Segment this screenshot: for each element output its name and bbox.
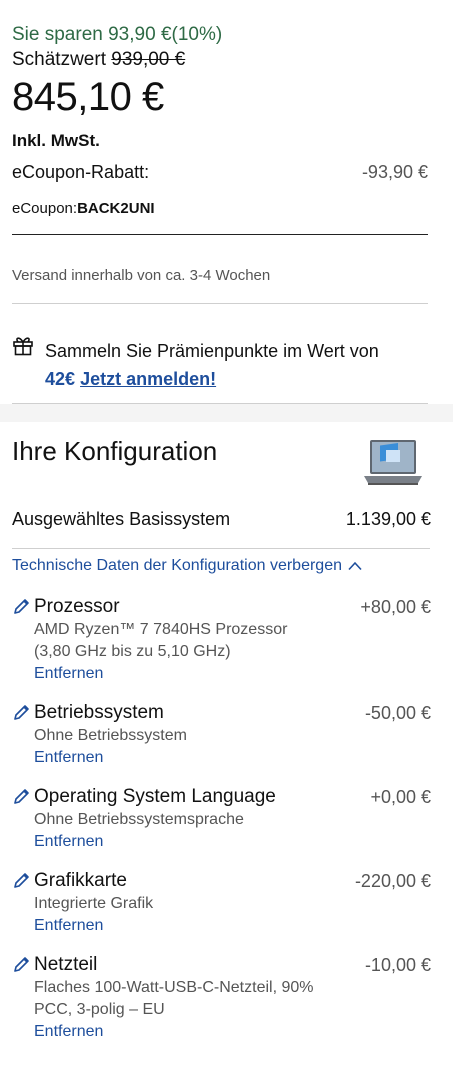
- config-item-name: Betriebssystem: [34, 702, 164, 723]
- pencil-icon[interactable]: [12, 598, 30, 616]
- divider: [12, 234, 428, 235]
- config-item-description: Ohne Betriebssystem: [34, 727, 187, 744]
- configuration-title: Ihre Konfiguration: [12, 436, 218, 466]
- config-item-description: Integrierte Grafik: [34, 895, 154, 912]
- estimate-label: Schätzwert: [12, 49, 106, 70]
- vat-note: Inkl. MwSt.: [12, 131, 100, 150]
- config-item: Operating System Language +0,00 € Ohne B…: [12, 786, 431, 853]
- config-item-price: +80,00 €: [360, 596, 431, 617]
- pencil-icon[interactable]: [12, 956, 30, 974]
- coupon-code-value: BACK2UNI: [77, 200, 155, 217]
- config-item-name: Prozessor: [34, 596, 120, 617]
- config-item: Prozessor +80,00 € AMD Ryzen™ 7 7840HS P…: [12, 596, 431, 685]
- remove-link[interactable]: Entfernen: [34, 747, 431, 769]
- shipping-info: Versand innerhalb von ca. 3-4 Wochen: [12, 267, 271, 284]
- config-item-name: Grafikkarte: [34, 870, 127, 891]
- remove-link[interactable]: Entfernen: [34, 663, 431, 685]
- config-item-price: -50,00 €: [364, 702, 431, 723]
- gift-icon: [13, 337, 33, 356]
- config-item-name: Operating System Language: [34, 786, 276, 807]
- config-item-price: +0,00 €: [370, 786, 431, 807]
- tech-specs-toggle-label: Technische Daten der Konfiguration verbe…: [12, 557, 342, 574]
- config-item: Grafikkarte -220,00 € Integrierte Grafik…: [12, 870, 431, 937]
- rewards-amount: 42€: [45, 369, 76, 389]
- divider: [12, 303, 428, 304]
- rewards-text: Sammeln Sie Prämienpunkte im Wert von: [45, 341, 379, 361]
- estimate-price: Schätzwert 939,00 €: [12, 49, 185, 71]
- section-separator: [0, 404, 453, 422]
- base-system-row: Ausgewähltes Basissystem 1.139,00 €: [12, 509, 431, 530]
- divider: [12, 548, 430, 549]
- config-item-price: -220,00 €: [354, 870, 431, 891]
- config-item: Betriebssystem -50,00 € Ohne Betriebssys…: [12, 702, 431, 769]
- config-item-description: Ohne Betriebssystemsprache: [34, 811, 244, 828]
- laptop-image: [364, 440, 422, 485]
- remove-link[interactable]: Entfernen: [34, 1021, 431, 1043]
- base-system-label: Ausgewähltes Basissystem: [12, 509, 231, 529]
- config-item-name: Netzteil: [34, 954, 98, 975]
- chevron-up-icon: [348, 561, 362, 571]
- config-item-description: AMD Ryzen™ 7 7840HS Prozessor (3,80 GHz …: [34, 621, 288, 660]
- pencil-icon[interactable]: [12, 788, 30, 806]
- config-item: Netzteil -10,00 € Flaches 100-Watt-USB-C…: [12, 954, 431, 1043]
- rewards-text-block: Sammeln Sie Prämienpunkte im Wert von 42…: [45, 337, 435, 393]
- coupon-discount-label: eCoupon-Rabatt:: [12, 162, 150, 182]
- coupon-code-label: eCoupon:: [12, 200, 78, 217]
- coupon-discount-amount: -93,90 €: [361, 162, 428, 182]
- remove-link[interactable]: Entfernen: [34, 831, 431, 853]
- remove-link[interactable]: Entfernen: [34, 915, 431, 937]
- savings-text: Sie sparen 93,90 €(10%): [12, 24, 223, 45]
- pencil-icon[interactable]: [12, 704, 30, 722]
- estimate-value: 939,00 €: [111, 49, 186, 70]
- pencil-icon[interactable]: [12, 872, 30, 890]
- coupon-discount-row: eCoupon-Rabatt: -93,90 €: [12, 162, 428, 183]
- config-item-price: -10,00 €: [364, 954, 431, 975]
- coupon-code: eCoupon:BACK2UNI: [12, 200, 155, 217]
- config-item-description: Flaches 100-Watt-USB-C-Netzteil, 90% PCC…: [34, 979, 314, 1018]
- tech-specs-toggle[interactable]: Technische Daten der Konfiguration verbe…: [12, 557, 362, 575]
- base-system-price: 1.139,00 €: [345, 509, 431, 529]
- final-price: 845,10 €: [12, 75, 164, 119]
- signup-link[interactable]: Jetzt anmelden!: [80, 369, 216, 389]
